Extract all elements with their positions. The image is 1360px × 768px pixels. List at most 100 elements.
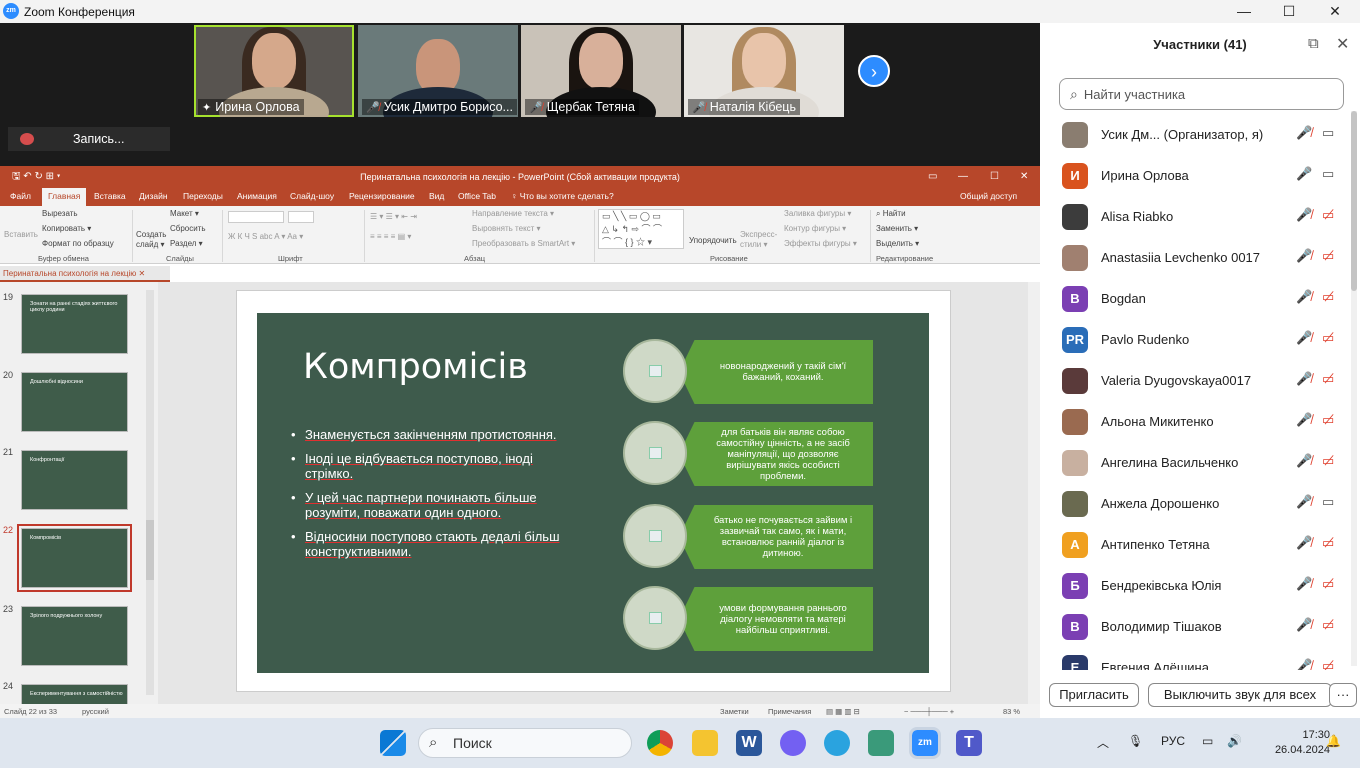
- participant-scrollbar[interactable]: [1351, 111, 1357, 666]
- participant-row[interactable]: Усик Дм... (Организатор, я) 🎤̸ ▭: [1040, 115, 1350, 156]
- font-format-buttons[interactable]: Ж К Ч S abc A ▾ Aa ▾: [228, 232, 303, 241]
- find-button[interactable]: ⌕ Найти: [876, 209, 906, 219]
- smartart-row[interactable]: для батьків він являє собою самостійну ц…: [623, 421, 873, 487]
- windows-start-icon[interactable]: [380, 730, 406, 756]
- chrome-icon[interactable]: [647, 730, 673, 756]
- ppt-maximize-button[interactable]: ☐: [990, 166, 999, 188]
- video-tile[interactable]: 🎤̸ Щербак Тетяна: [521, 25, 681, 117]
- mic-muted-icon[interactable]: 🎤̸: [1296, 494, 1312, 510]
- participant-row[interactable]: И Ирина Орлова 🎤 ▭: [1040, 156, 1350, 197]
- camera-off-icon[interactable]: ▭̸: [1322, 248, 1334, 264]
- tab-animation[interactable]: Анимация: [237, 191, 277, 201]
- teams-icon[interactable]: T: [956, 730, 982, 756]
- paste-button[interactable]: Вставить: [4, 230, 38, 239]
- language-indicator[interactable]: РУС: [1161, 734, 1185, 748]
- tab-close-icon[interactable]: ✕: [139, 269, 146, 278]
- document-tab[interactable]: Перинатальна психологія на лекцію ✕: [0, 266, 170, 282]
- slide-thumbnail[interactable]: Конфронтації: [21, 450, 128, 510]
- chevron-up-icon[interactable]: ︿: [1097, 734, 1109, 751]
- editor-scrollbar[interactable]: [1028, 282, 1040, 704]
- camera-off-icon[interactable]: ▭̸: [1322, 453, 1334, 469]
- share-button[interactable]: Общий доступ: [960, 191, 1017, 201]
- reset-button[interactable]: Сбросить: [170, 224, 206, 233]
- mute-all-button[interactable]: Выключить звук для всех: [1148, 683, 1332, 707]
- mic-on-icon[interactable]: 🎤: [1296, 166, 1312, 182]
- participant-row[interactable]: Анжела Дорошенко 🎤̸ ▭: [1040, 484, 1350, 525]
- slide-thumbnail[interactable]: Експериментування з самостійністю: [21, 684, 128, 704]
- tab-file[interactable]: Файл: [10, 191, 31, 201]
- slide-thumbnail[interactable]: Дошлюбні відносини: [21, 372, 128, 432]
- minimize-button[interactable]: —: [1221, 1, 1267, 21]
- ppt-minimize-button[interactable]: —: [958, 166, 968, 188]
- participant-row[interactable]: Альона Микитенко 🎤̸ ▭̸: [1040, 402, 1350, 443]
- tab-review[interactable]: Рецензирование: [349, 191, 415, 201]
- mic-muted-icon[interactable]: 🎤̸: [1296, 330, 1312, 346]
- slide-thumbnail[interactable]: Зонати на ранні стадіях життєвого циклу …: [21, 294, 128, 354]
- mic-muted-icon[interactable]: 🎤̸: [1296, 412, 1312, 428]
- maps-icon[interactable]: [868, 730, 894, 756]
- zoom-slider[interactable]: − ───┼─── +: [904, 704, 954, 719]
- shape-outline-button[interactable]: Контур фигуры ▾: [784, 224, 846, 233]
- tab-view[interactable]: Вид: [429, 191, 444, 201]
- align-buttons[interactable]: ≡ ≡ ≡ ≡ ▤ ▾: [370, 232, 411, 241]
- font-family-select[interactable]: [228, 211, 284, 223]
- notes-button[interactable]: Заметки: [720, 704, 749, 719]
- language-indicator[interactable]: русский: [82, 704, 109, 719]
- format-painter-button[interactable]: Формат по образцу: [42, 239, 114, 248]
- mic-muted-icon[interactable]: 🎤̸: [1296, 248, 1312, 264]
- slide[interactable]: Компромісів Знаменується закінченням про…: [257, 313, 929, 673]
- camera-off-icon[interactable]: ▭̸: [1322, 535, 1334, 551]
- cut-button[interactable]: Вырезать: [42, 209, 78, 218]
- align-text-button[interactable]: Выровнять текст ▾: [472, 224, 541, 233]
- slide-title[interactable]: Компромісів: [303, 347, 528, 387]
- camera-on-icon[interactable]: ▭: [1322, 494, 1334, 510]
- participant-row[interactable]: А Антипенко Тетяна 🎤̸ ▭̸: [1040, 525, 1350, 566]
- quick-access-icons[interactable]: 🖫 ↶ ↻ ⊞ ▾: [12, 166, 60, 188]
- maximize-button[interactable]: ☐: [1266, 1, 1312, 21]
- font-size-select[interactable]: [288, 211, 314, 223]
- participant-row[interactable]: В Володимир Тішаков 🎤̸ ▭̸: [1040, 607, 1350, 648]
- participant-row[interactable]: PR Pavlo Rudenko 🎤̸ ▭̸: [1040, 320, 1350, 361]
- video-tile[interactable]: ✦ Ирина Орлова: [194, 25, 354, 117]
- list-buttons[interactable]: ☰ ▾ ☰ ▾ ⇤ ⇥: [370, 212, 417, 221]
- camera-off-icon[interactable]: ▭̸: [1322, 330, 1334, 346]
- participant-row[interactable]: Anastasiia Levchenko 0017 🎤̸ ▭̸: [1040, 238, 1350, 279]
- smartart-row[interactable]: умови формування раннього діалогу немовл…: [623, 586, 873, 652]
- replace-button[interactable]: Заменить ▾: [876, 224, 918, 233]
- slide-thumbnail[interactable]: Зрілого подружнього холону: [21, 606, 128, 666]
- camera-on-icon[interactable]: ▭: [1322, 166, 1334, 182]
- mic-muted-icon[interactable]: 🎤̸: [1296, 576, 1312, 592]
- volume-icon[interactable]: 🔊: [1227, 734, 1242, 748]
- participant-row[interactable]: Ангелина Васильченко 🎤̸ ▭̸: [1040, 443, 1350, 484]
- camera-off-icon[interactable]: ▭̸: [1322, 371, 1334, 387]
- close-panel-icon[interactable]: ✕: [1336, 34, 1349, 54]
- camera-off-icon[interactable]: ▭̸: [1322, 412, 1334, 428]
- thumbs-scrollbar[interactable]: [146, 290, 154, 695]
- tab-transitions[interactable]: Переходы: [183, 191, 223, 201]
- ribbon-display-icon[interactable]: ▭: [928, 166, 937, 188]
- select-button[interactable]: Выделить ▾: [876, 239, 919, 248]
- word-icon[interactable]: W: [736, 730, 762, 756]
- mic-muted-icon[interactable]: 🎤̸: [1296, 125, 1312, 141]
- zoom-level[interactable]: 83 %: [1003, 704, 1020, 719]
- mic-muted-icon[interactable]: 🎤̸: [1296, 371, 1312, 387]
- mic-muted-icon[interactable]: 🎤̸: [1296, 453, 1312, 469]
- participant-row[interactable]: B Bogdan 🎤̸ ▭̸: [1040, 279, 1350, 320]
- tell-me-search[interactable]: ♀ Что вы хотите сделать?: [511, 191, 614, 201]
- camera-off-icon[interactable]: ▭̸: [1322, 207, 1334, 223]
- camera-off-icon[interactable]: ▭̸: [1322, 658, 1334, 670]
- smartart-button[interactable]: Преобразовать в SmartArt ▾: [472, 239, 575, 248]
- clock[interactable]: 17:30 26.04.2024: [1274, 728, 1330, 758]
- slide-bullets[interactable]: Знаменується закінченням протистояння. І…: [291, 427, 561, 568]
- camera-on-icon[interactable]: ▭: [1322, 125, 1334, 141]
- slide-canvas[interactable]: Компромісів Знаменується закінченням про…: [236, 290, 951, 692]
- scroll-thumb[interactable]: [146, 520, 154, 580]
- copy-button[interactable]: Копировать ▾: [42, 224, 91, 233]
- shape-effects-button[interactable]: Эффекты фигуры ▾: [784, 239, 857, 248]
- participant-row[interactable]: Е Евгения Алёшина 🎤̸ ▭̸: [1040, 648, 1350, 670]
- view-buttons[interactable]: ▤ ▦ ▥ ⊟: [826, 704, 860, 719]
- new-slide-button[interactable]: Создать слайд ▾: [136, 230, 168, 250]
- tab-home[interactable]: Главная: [42, 188, 87, 206]
- video-tile[interactable]: 🎤̸ Наталія Кібець: [684, 25, 844, 117]
- camera-off-icon[interactable]: ▭̸: [1322, 289, 1334, 305]
